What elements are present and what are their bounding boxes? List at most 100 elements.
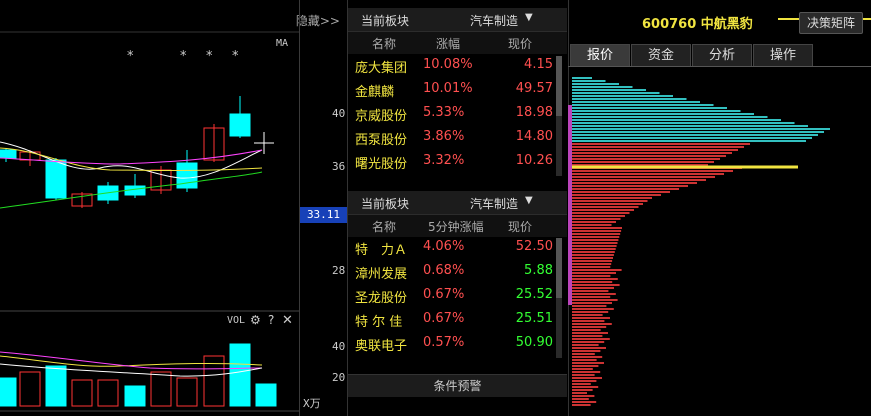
table-row[interactable]: 西泵股份 3.86% 14.80 bbox=[348, 126, 553, 150]
panel1-sector-select[interactable]: 汽车制造 bbox=[470, 12, 518, 29]
tab-funds[interactable]: 资金 bbox=[631, 44, 691, 67]
chip-bar bbox=[572, 176, 715, 178]
table-row[interactable]: 圣龙股份 0.67% 25.52 bbox=[348, 284, 553, 308]
chip-bar bbox=[572, 344, 599, 346]
chip-bar bbox=[572, 179, 706, 181]
panel1-header[interactable]: 当前板块 汽车制造 ▼ bbox=[348, 8, 567, 32]
table-row[interactable]: 金麒麟 10.01% 49.57 bbox=[348, 78, 553, 102]
chip-bar bbox=[572, 119, 781, 121]
table-row[interactable]: 曙光股份 3.32% 10.26 bbox=[348, 150, 553, 174]
chip-bar bbox=[572, 395, 595, 397]
chip-bar bbox=[572, 101, 700, 103]
stock-name[interactable]: 京威股份 bbox=[355, 105, 407, 124]
chip-bar bbox=[572, 320, 605, 322]
stock-name[interactable]: 西泵股份 bbox=[355, 129, 407, 148]
table-row[interactable]: 京威股份 5.33% 18.98 bbox=[348, 102, 553, 126]
tab-quote[interactable]: 报价 bbox=[570, 44, 630, 67]
chip-bar bbox=[572, 275, 611, 277]
table-row[interactable]: 特 力Ａ 4.06% 52.50 bbox=[348, 236, 553, 260]
table-row[interactable]: 漳州发展 0.68% 5.88 bbox=[348, 260, 553, 284]
volume-bar bbox=[124, 385, 146, 407]
help-icon[interactable]: ? bbox=[268, 313, 274, 327]
chevron-down-icon[interactable]: ▼ bbox=[525, 195, 533, 206]
stock-name[interactable]: 庞大集团 bbox=[355, 57, 407, 76]
stock-change-pct: 0.67% bbox=[423, 311, 465, 326]
chip-bar bbox=[572, 245, 617, 247]
chip-bar bbox=[572, 332, 608, 334]
quote-panel: 600760 中航黑豹 决策矩阵 报价 资金 分析 操作 bbox=[568, 0, 871, 416]
stock-name[interactable]: 圣龙股份 bbox=[355, 287, 407, 306]
chip-bar bbox=[572, 89, 646, 91]
chip-bar bbox=[572, 404, 591, 406]
col-price[interactable]: 现价 bbox=[508, 218, 532, 235]
chip-bar bbox=[572, 113, 754, 115]
chevron-down-icon[interactable]: ▼ bbox=[525, 12, 533, 23]
condition-alert-button[interactable]: 条件预警 bbox=[348, 374, 567, 397]
col-pct[interactable]: 涨幅 bbox=[436, 35, 460, 52]
chip-bar bbox=[572, 281, 613, 283]
panel1-scroll-thumb[interactable] bbox=[556, 56, 562, 116]
signal-star: * bbox=[180, 49, 187, 64]
chip-bar bbox=[572, 95, 673, 97]
chip-bar bbox=[572, 209, 634, 211]
sector-panels: 当前板块 汽车制造 ▼ 名称 涨幅 现价 庞大集团 10.08% 4.15 金麒麟 10… bbox=[347, 0, 569, 416]
decision-matrix-button[interactable]: 决策矩阵 bbox=[799, 12, 863, 34]
chip-distribution-chart[interactable] bbox=[568, 67, 871, 416]
chip-bar bbox=[572, 215, 625, 217]
chip-bar bbox=[572, 170, 733, 172]
kline-chart[interactable]: * * * * MA VOL ⚙ ? ✕ bbox=[0, 0, 299, 416]
stock-price: 18.98 bbox=[515, 105, 553, 120]
chip-bar bbox=[572, 347, 606, 349]
chip-bar bbox=[572, 359, 597, 361]
chip-bar bbox=[572, 80, 606, 82]
chip-bar bbox=[572, 398, 589, 400]
vol-label[interactable]: VOL bbox=[227, 315, 245, 326]
stock-price: 10.26 bbox=[515, 153, 553, 168]
tab-analysis[interactable]: 分析 bbox=[692, 44, 752, 67]
y-tick-label: 36 bbox=[332, 160, 346, 173]
chip-bar bbox=[572, 326, 607, 328]
chip-bar bbox=[572, 368, 593, 370]
chip-bar bbox=[572, 134, 818, 136]
stock-change-pct: 0.68% bbox=[423, 263, 465, 278]
stock-name[interactable]: 奥联电子 bbox=[355, 335, 407, 354]
col-price[interactable]: 现价 bbox=[508, 35, 532, 52]
chip-bar bbox=[572, 125, 808, 127]
settings-gear-icon[interactable]: ⚙ bbox=[250, 313, 261, 327]
stock-name[interactable]: 漳州发展 bbox=[355, 263, 407, 282]
stock-name[interactable]: 曙光股份 bbox=[355, 153, 407, 172]
col-5min-pct[interactable]: 5分钟涨幅 bbox=[428, 218, 484, 235]
ma-label[interactable]: MA bbox=[276, 38, 288, 49]
stock-change-pct: 0.57% bbox=[423, 335, 465, 350]
panel2-sector-select[interactable]: 汽车制造 bbox=[470, 195, 518, 212]
table-row[interactable]: 庞大集团 10.08% 4.15 bbox=[348, 54, 553, 78]
chip-bar bbox=[572, 305, 607, 307]
signal-star: * bbox=[206, 49, 213, 64]
chip-bar bbox=[572, 83, 619, 85]
col-name[interactable]: 名称 bbox=[372, 218, 396, 235]
chip-bar bbox=[572, 401, 597, 403]
panel2-header[interactable]: 当前板块 汽车制造 ▼ bbox=[348, 191, 567, 215]
volume-bar bbox=[176, 377, 198, 407]
chip-bar bbox=[572, 203, 643, 205]
stock-name[interactable]: 特 力Ａ bbox=[355, 239, 407, 258]
panel1-column-headers: 名称 涨幅 现价 bbox=[348, 32, 567, 54]
col-name[interactable]: 名称 bbox=[372, 35, 396, 52]
volume-bar bbox=[0, 377, 17, 407]
panel2-scroll-thumb[interactable] bbox=[556, 238, 562, 298]
table-row[interactable]: 奥联电子 0.57% 50.90 bbox=[348, 332, 553, 356]
candle-body bbox=[229, 113, 251, 137]
panel1-label: 当前板块 bbox=[361, 14, 410, 28]
chip-bar bbox=[572, 365, 599, 367]
chip-bar bbox=[572, 386, 599, 388]
stock-name[interactable]: 特 尔 佳 bbox=[355, 311, 402, 330]
stock-name[interactable]: 金麒麟 bbox=[355, 81, 394, 100]
tab-operation[interactable]: 操作 bbox=[753, 44, 813, 67]
stock-price: 25.52 bbox=[515, 287, 553, 302]
chip-bar bbox=[572, 383, 591, 385]
close-icon[interactable]: ✕ bbox=[282, 313, 293, 328]
table-row[interactable]: 特 尔 佳 0.67% 25.51 bbox=[348, 308, 553, 332]
stock-change-pct: 10.01% bbox=[423, 81, 473, 96]
candle-body bbox=[45, 159, 67, 199]
chip-bar bbox=[572, 98, 687, 100]
